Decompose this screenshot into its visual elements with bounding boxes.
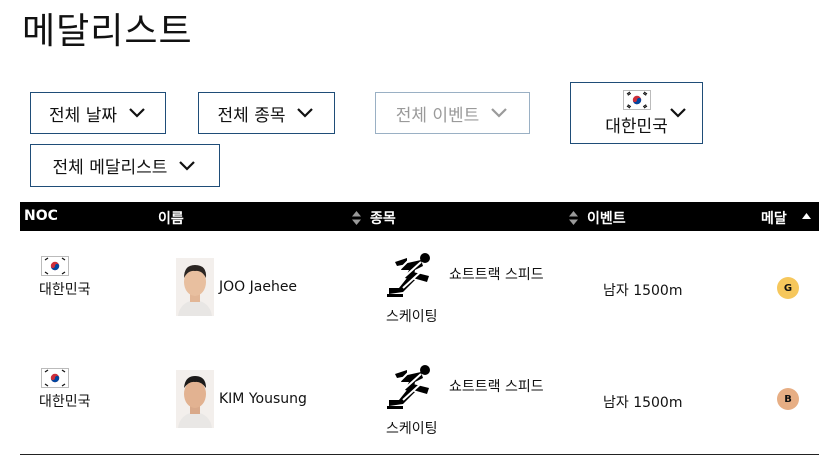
athlete-avatar xyxy=(176,258,214,316)
row-noc: 대한민국 xyxy=(39,394,91,410)
table-header: NOC 이름 종목 이벤트 메달 xyxy=(20,202,819,231)
medalist-filter[interactable]: 전체 메달리스트 xyxy=(30,144,220,187)
chevron-down-icon xyxy=(179,160,196,171)
header-event[interactable]: 이벤트 xyxy=(587,208,626,228)
athlete-name-link[interactable]: KIM Yousung xyxy=(219,391,307,407)
header-medal[interactable]: 메달 xyxy=(761,208,787,228)
sort-ascending-icon[interactable] xyxy=(802,212,811,226)
athlete-avatar xyxy=(176,370,214,428)
row-event: 남자 1500m xyxy=(603,283,683,299)
bronze-medal-badge: B xyxy=(777,388,799,410)
south-korea-flag-icon xyxy=(622,89,651,110)
chevron-down-icon xyxy=(670,108,686,118)
table-bottom-divider xyxy=(20,454,819,455)
row-noc: 대한민국 xyxy=(39,282,91,298)
sport-filter-label: 전체 종목 xyxy=(217,105,286,126)
sport-label-line2: 스케이팅 xyxy=(386,421,438,437)
row-event: 남자 1500m xyxy=(603,395,683,411)
sport-label-line2: 스케이팅 xyxy=(386,309,438,325)
chevron-down-icon xyxy=(129,108,145,118)
chevron-down-icon xyxy=(297,108,314,118)
medalist-filter-label: 전체 메달리스트 xyxy=(52,158,168,178)
header-sport[interactable]: 종목 xyxy=(370,208,396,228)
gold-medal-badge: G xyxy=(777,277,799,299)
country-filter-label: 대한민국 xyxy=(605,116,668,137)
south-korea-flag-icon xyxy=(41,368,69,388)
short-track-skater-icon xyxy=(387,253,430,297)
short-track-skater-icon xyxy=(387,365,430,409)
date-filter-label: 전체 날짜 xyxy=(49,105,117,126)
sort-icon[interactable] xyxy=(352,211,361,225)
sort-icon[interactable] xyxy=(569,211,578,225)
chevron-down-icon xyxy=(491,108,508,118)
country-filter[interactable]: 대한민국 xyxy=(570,82,703,144)
sport-filter[interactable]: 전체 종목 xyxy=(198,92,335,134)
event-filter-label: 전체 이벤트 xyxy=(395,105,480,126)
header-name: 이름 xyxy=(158,211,184,227)
sport-label-line1: 쇼트트랙 스피드 xyxy=(449,267,544,283)
athlete-name-link[interactable]: JOO Jaehee xyxy=(219,279,297,295)
south-korea-flag-icon xyxy=(41,256,69,276)
date-filter[interactable]: 전체 날짜 xyxy=(30,92,166,134)
page-title: 메달리스트 xyxy=(22,11,193,52)
sport-label-line1: 쇼트트랙 스피드 xyxy=(449,379,544,395)
header-noc: NOC xyxy=(24,208,58,224)
event-filter: 전체 이벤트 xyxy=(375,92,530,134)
